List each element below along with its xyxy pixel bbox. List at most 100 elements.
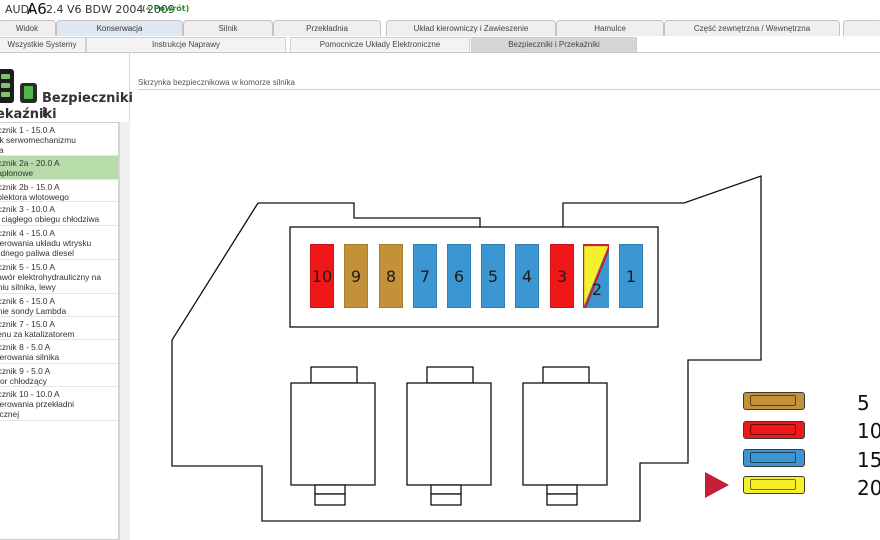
list-item-title: ecznik 2b - 15.0 A [0, 182, 60, 192]
legend-swatch-10a [743, 421, 805, 439]
sub-tabs: Wszystkie Systemy Instrukcje Naprawy Pom… [0, 36, 880, 53]
list-item-desc: ik ciągłego obiegu chłodziwa [0, 214, 100, 224]
fuse-number: 7 [419, 267, 431, 286]
tab-czesc-zewnetrzna[interactable]: Część zewnętrzna / Wewnętrzna [664, 20, 840, 36]
fuse-list: ecznik 1 - 15.0 A nik serwomechanizmu ic… [0, 122, 119, 540]
list-item-desc: zapłonowe [0, 168, 34, 178]
legend-swatch-inner [750, 479, 796, 490]
relay-block-1-tab [314, 484, 346, 495]
relay-block-1-body [290, 382, 376, 486]
list-item-desc: ator chłodzący [0, 376, 47, 386]
relay-block-1 [310, 366, 358, 384]
relay-block-2 [426, 366, 474, 384]
fuse-number: 9 [350, 267, 362, 286]
sidebar-scrollbar[interactable] [119, 122, 130, 540]
fuse-number: 6 [453, 267, 465, 286]
relay-block-3-tab [546, 484, 578, 495]
list-item-desc: nik serwomechanizmu [0, 135, 76, 145]
list-item-desc: anie sondy Lambda [0, 306, 67, 316]
legend-value-15a: 15 [857, 448, 880, 472]
tab-widok[interactable]: Widok [0, 20, 56, 36]
list-item-title: ecznik 9 - 5.0 A [0, 366, 51, 376]
sidebar: Bezpieczniki i ekaźniki ecznik 1 - 15.0 … [0, 53, 133, 540]
list-item-fuse-7[interactable]: ecznik 7 - 15.0 A tlenu za katalizatorem [0, 317, 118, 340]
list-item-fuse-10[interactable]: ecznik 10 - 10.0 A sterowania przekładni… [0, 387, 118, 421]
legend-swatch-5a [743, 392, 805, 410]
legend-swatch-inner [750, 452, 796, 463]
tab-extra[interactable] [843, 20, 880, 36]
list-item-title: ecznik 5 - 15.0 A [0, 262, 55, 272]
list-item-title: ecznik 8 - 5.0 A [0, 342, 51, 352]
list-item-fuse-1[interactable]: ecznik 1 - 15.0 A nik serwomechanizmu ic… [0, 123, 118, 156]
list-item-title: ecznik 6 - 15.0 A [0, 296, 55, 306]
fuse-number: 2 [591, 280, 603, 299]
legend-swatch-inner [750, 395, 796, 406]
tab-silnik[interactable]: Silnik [183, 20, 273, 36]
relay-block-3-body [522, 382, 608, 486]
list-item-desc: aniu silnika, lewy [0, 282, 56, 292]
list-item-fuse-3[interactable]: ecznik 3 - 10.0 A ik ciągłego obiegu chł… [0, 202, 118, 226]
list-item-fuse-2a[interactable]: ecznik 2a - 20.0 A zapłonowe [0, 156, 118, 180]
list-item-fuse-4[interactable]: ecznik 4 - 15.0 A sterowania układu wtry… [0, 226, 118, 260]
app-window: AUDI A6 2.4 V6 BDW 2004 2009 (« Powrót) … [0, 0, 880, 540]
tab-pomocnicze-uklady[interactable]: Pomocnicze Układy Elektroniczne [290, 37, 470, 52]
fuse-7[interactable]: 7 [413, 244, 437, 308]
list-item-fuse-8[interactable]: ecznik 8 - 5.0 A sterowania silnika [0, 340, 118, 364]
relay-block-3-tab2 [546, 493, 578, 506]
tab-uklad-kierowniczy[interactable]: Układ kierowniczy i Zawieszenie [386, 20, 556, 36]
fuse-3[interactable]: 3 [550, 244, 574, 308]
fuse-number: 5 [487, 267, 499, 286]
fuse-10[interactable]: 10 [310, 244, 334, 308]
tab-konserwacja[interactable]: Konserwacja [56, 20, 183, 36]
list-item-desc: ica [0, 145, 118, 155]
list-item-fuse-5[interactable]: ecznik 5 - 15.0 A zawór elektrohydraulic… [0, 260, 118, 294]
section-divider [138, 89, 880, 90]
fuse-2[interactable]: 2 [583, 244, 609, 308]
fuse-number: 8 [385, 267, 397, 286]
tab-instrukcje-naprawy[interactable]: Instrukcje Naprawy [86, 37, 286, 52]
list-item-title: ecznik 2a - 20.0 A [0, 158, 60, 168]
list-item-desc: sterowania układu wtrysku [0, 238, 92, 248]
relay-block-2-tab [430, 484, 462, 495]
legend-value-5a: 5 [857, 391, 870, 415]
tab-przekladnia[interactable]: Przekładnia [273, 20, 381, 36]
sidebar-title-cont: ekaźniki [0, 107, 57, 122]
fuse-6[interactable]: 6 [447, 244, 471, 308]
main-tabs: Widok Konserwacja Silnik Przekładnia Ukł… [0, 20, 880, 36]
legend-value-10a: 10 [857, 419, 880, 443]
tab-wszystkie-systemy[interactable]: Wszystkie Systemy [0, 37, 86, 52]
list-item-desc: tlenu za katalizatorem [0, 329, 75, 339]
list-item-title: ecznik 10 - 10.0 A [0, 389, 60, 399]
back-link[interactable]: (« Powrót) [142, 4, 189, 13]
section-label: Skrzynka bezpiecznikowa w komorze silnik… [138, 78, 295, 87]
tab-bezpieczniki-przekazniki[interactable]: Bezpieczniki i Przekaźniki [471, 37, 637, 52]
selected-indicator-arrow [705, 472, 729, 498]
fuse-9[interactable]: 9 [344, 244, 368, 308]
model-name: A6 [27, 0, 47, 18]
fuse-1[interactable]: 1 [619, 244, 643, 308]
fuse-number: 10 [311, 267, 333, 286]
list-item-desc: tycznej [0, 409, 20, 419]
list-item-title: ecznik 4 - 15.0 A [0, 228, 55, 238]
fuse-8[interactable]: 8 [379, 244, 403, 308]
fuse-4[interactable]: 4 [515, 244, 539, 308]
list-item-fuse-6[interactable]: ecznik 6 - 15.0 A anie sondy Lambda [0, 294, 118, 317]
list-item-desc: rednego paliwa diesel [0, 248, 75, 258]
list-item-desc: zawór elektrohydrauliczny na [0, 272, 101, 282]
fuse-number: 4 [521, 267, 533, 286]
list-item-fuse-9[interactable]: ecznik 9 - 5.0 A ator chłodzący [0, 364, 118, 387]
fuse-5[interactable]: 5 [481, 244, 505, 308]
tab-hamulce[interactable]: Hamulce [556, 20, 664, 36]
relay-block-2-tab2 [430, 493, 462, 506]
relay-block-3 [542, 366, 590, 384]
relay-icon [20, 83, 37, 103]
relay-block-2-body [406, 382, 492, 486]
fuse-number: 3 [556, 267, 568, 286]
legend-swatch-20a [743, 476, 805, 494]
fuse-number: 1 [625, 267, 637, 286]
list-item-desc: sterowania przekładni [0, 399, 75, 409]
relay-block-1-tab2 [314, 493, 346, 506]
list-item-title: ecznik 7 - 15.0 A [0, 319, 55, 329]
fuse-box-outline [171, 175, 762, 522]
list-item-fuse-2b[interactable]: ecznik 2b - 15.0 A kolektora wlotowego [0, 180, 118, 202]
